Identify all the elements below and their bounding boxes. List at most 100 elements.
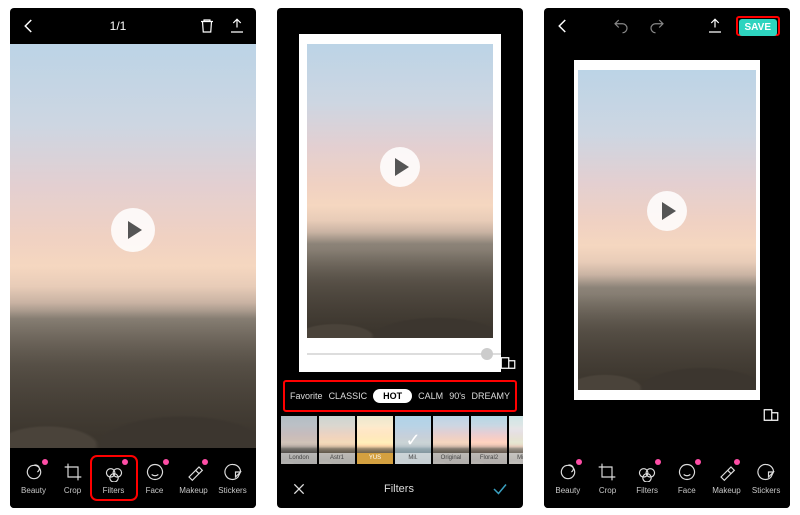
makeup-icon bbox=[715, 461, 737, 483]
crop-icon bbox=[596, 461, 618, 483]
tool-face[interactable]: Face bbox=[137, 461, 173, 495]
play-button[interactable] bbox=[111, 208, 155, 252]
tool-filters[interactable]: Filters bbox=[629, 461, 665, 495]
thumb-label: Milky w bbox=[509, 453, 523, 464]
tool-makeup[interactable]: Makeup bbox=[176, 461, 212, 495]
category-dreamy[interactable]: DREAMY bbox=[471, 391, 510, 401]
undo-icon[interactable] bbox=[612, 17, 630, 35]
save-highlight: SAVE bbox=[736, 16, 781, 36]
tool-label: Face bbox=[146, 486, 164, 495]
filter-thumb-original[interactable]: Original bbox=[433, 416, 469, 464]
canvas-frame bbox=[574, 60, 760, 400]
stickers-icon bbox=[755, 461, 777, 483]
thumb-label: Mil. bbox=[395, 453, 431, 464]
tool-label: Stickers bbox=[218, 486, 246, 495]
tool-label: Crop bbox=[599, 486, 616, 495]
video-preview[interactable] bbox=[307, 44, 493, 338]
tool-label: Beauty bbox=[555, 486, 580, 495]
tool-label: Stickers bbox=[752, 486, 780, 495]
slider-knob[interactable] bbox=[481, 348, 493, 360]
face-icon bbox=[676, 461, 698, 483]
badge-dot bbox=[122, 459, 128, 465]
topbar: 1/1 bbox=[10, 8, 256, 44]
tool-label: Beauty bbox=[21, 486, 46, 495]
page-counter: 1/1 bbox=[38, 19, 198, 33]
share-icon[interactable] bbox=[228, 17, 246, 35]
share-icon[interactable] bbox=[706, 17, 724, 35]
compare-icon[interactable] bbox=[499, 354, 517, 372]
tool-label: Filters bbox=[103, 486, 125, 495]
crop-icon bbox=[62, 461, 84, 483]
edit-toolbar: Beauty Crop Filters Face Makeup Stickers bbox=[544, 448, 790, 508]
badge-dot bbox=[163, 459, 169, 465]
filter-thumb-floral2[interactable]: Floral2 bbox=[471, 416, 507, 464]
canvas-frame bbox=[299, 34, 501, 372]
badge-dot bbox=[42, 459, 48, 465]
thumb-label: Astr1 bbox=[319, 453, 355, 464]
topbar: SAVE bbox=[544, 8, 790, 44]
badge-dot bbox=[695, 459, 701, 465]
category-favorite[interactable]: Favorite bbox=[290, 391, 323, 401]
filter-thumb-mil.[interactable]: ✓Mil. bbox=[395, 416, 431, 464]
tool-makeup[interactable]: Makeup bbox=[708, 461, 744, 495]
save-button[interactable]: SAVE bbox=[739, 19, 778, 36]
intensity-slider[interactable] bbox=[307, 344, 493, 364]
redo-icon[interactable] bbox=[648, 17, 666, 35]
filter-thumb-london[interactable]: London bbox=[281, 416, 317, 464]
makeup-icon bbox=[183, 461, 205, 483]
filter-thumb-strip[interactable]: LondonAstr1YUS✓Mil.OriginalFloral2Milky … bbox=[277, 414, 523, 466]
cancel-icon[interactable] bbox=[291, 481, 307, 497]
face-icon bbox=[144, 461, 166, 483]
filter-thumb-yus[interactable]: YUS bbox=[357, 416, 393, 464]
badge-dot bbox=[576, 459, 582, 465]
edit-toolbar: Beauty Crop Filters Face Makeup Stickers bbox=[10, 448, 256, 508]
tool-label: Filters bbox=[636, 486, 658, 495]
tool-label: Makeup bbox=[712, 486, 740, 495]
confirm-icon[interactable] bbox=[491, 480, 509, 498]
category-90's[interactable]: 90's bbox=[449, 391, 465, 401]
thumb-label: Floral2 bbox=[471, 453, 507, 464]
tool-label: Face bbox=[678, 486, 696, 495]
tool-stickers[interactable]: Stickers bbox=[748, 461, 784, 495]
preview-foreground bbox=[10, 311, 256, 448]
video-preview[interactable] bbox=[10, 44, 256, 448]
play-icon bbox=[395, 158, 409, 176]
tool-label: Crop bbox=[64, 486, 81, 495]
back-icon[interactable] bbox=[20, 17, 38, 35]
tool-beauty[interactable]: Beauty bbox=[16, 461, 52, 495]
filter-thumb-astr1[interactable]: Astr1 bbox=[319, 416, 355, 464]
badge-dot bbox=[202, 459, 208, 465]
screen-edit-main: 1/1 Beauty Crop Filters Face Makeup Stickers bbox=[10, 8, 256, 508]
thumb-label: London bbox=[281, 453, 317, 464]
tool-stickers[interactable]: Stickers bbox=[215, 461, 251, 495]
video-preview[interactable] bbox=[578, 70, 756, 390]
filters-icon bbox=[636, 461, 658, 483]
tool-beauty[interactable]: Beauty bbox=[550, 461, 586, 495]
tool-crop[interactable]: Crop bbox=[55, 461, 91, 495]
play-button[interactable] bbox=[647, 191, 687, 231]
filter-thumb-milky w[interactable]: Milky w bbox=[509, 416, 523, 464]
stickers-icon bbox=[222, 461, 244, 483]
filters-icon bbox=[103, 461, 125, 483]
tool-filters[interactable]: Filters bbox=[94, 459, 134, 497]
tool-face[interactable]: Face bbox=[669, 461, 705, 495]
category-calm[interactable]: CALM bbox=[418, 391, 443, 401]
beauty-icon bbox=[557, 461, 579, 483]
preview-image bbox=[307, 44, 493, 338]
play-icon bbox=[662, 202, 676, 220]
badge-dot bbox=[734, 459, 740, 465]
back-icon[interactable] bbox=[554, 17, 572, 35]
play-button[interactable] bbox=[380, 147, 420, 187]
thumb-label: Original bbox=[433, 453, 469, 464]
filter-category-bar: Favorite CLASSIC HOT CALM 90's DREAMY bbox=[283, 380, 517, 412]
category-hot[interactable]: HOT bbox=[373, 389, 412, 403]
compare-icon[interactable] bbox=[762, 406, 780, 424]
screen-save: SAVE Beauty Crop Filters Face Makeup Stickers bbox=[544, 8, 790, 508]
screen-filters: Favorite CLASSIC HOT CALM 90's DREAMY LondonA… bbox=[277, 8, 523, 508]
category-classic[interactable]: CLASSIC bbox=[329, 391, 368, 401]
screenshot-stage: { "screen1": { "counter": "1/1", "tools"… bbox=[0, 0, 800, 515]
beauty-icon bbox=[23, 461, 45, 483]
trash-icon[interactable] bbox=[198, 17, 216, 35]
badge-dot bbox=[655, 459, 661, 465]
tool-crop[interactable]: Crop bbox=[589, 461, 625, 495]
